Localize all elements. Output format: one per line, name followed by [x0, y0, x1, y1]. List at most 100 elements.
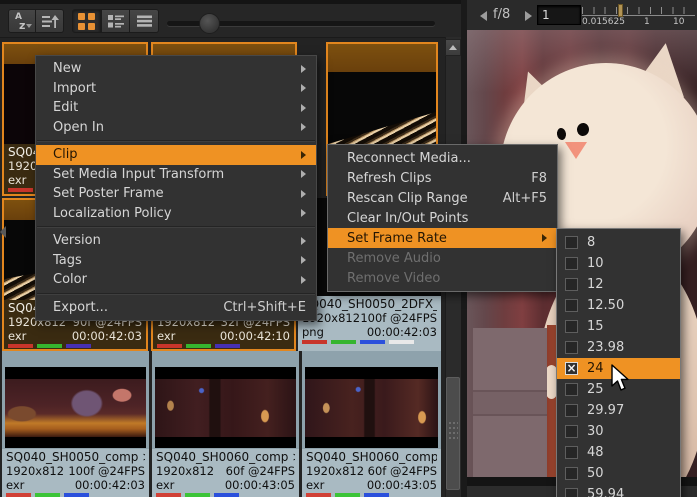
channel-bar: [335, 493, 360, 497]
menu-item-import[interactable]: Import: [36, 79, 316, 99]
framerate-option-8[interactable]: 8: [557, 232, 680, 253]
framerate-option-12.50[interactable]: 12.50: [557, 295, 680, 316]
checkbox-icon: [565, 257, 578, 270]
sort-alpha-icon: A z: [9, 10, 35, 32]
framerate-label: 23.98: [587, 340, 624, 355]
clip-format: png: [302, 325, 324, 339]
sort-ascending-icon: [41, 14, 59, 29]
menu-item-label: Refresh Clips: [347, 171, 517, 186]
clip-timecode: 00:00:42:03: [72, 329, 142, 343]
clip-card[interactable]: SQ040_SH0050_comp > 1920x812100f @24FPS …: [2, 351, 149, 497]
menu-item-set-media-input-transform[interactable]: Set Media Input Transform: [36, 165, 316, 185]
gain-slider-handle[interactable]: [618, 4, 623, 17]
menu-item-localization-policy[interactable]: Localization Policy: [36, 204, 316, 224]
checkbox-icon: [565, 488, 578, 497]
checkbox-icon: [565, 278, 578, 291]
checkbox-icon: [565, 446, 578, 459]
framerate-label: 50: [587, 466, 604, 481]
menu-item-refresh-clips[interactable]: Refresh Clips F8: [328, 168, 557, 188]
clip-card[interactable]: SQ040_SH0060_comp > 1920x81260f @24FPS e…: [302, 351, 441, 497]
clip-duration: 60f @24FPS: [368, 464, 437, 478]
channel-bar: [302, 340, 327, 344]
clip-channel-bars: [302, 340, 437, 345]
aperture-increase-icon[interactable]: [525, 11, 532, 21]
menu-item-open-in[interactable]: Open In: [36, 118, 316, 138]
frame-number-input[interactable]: [537, 5, 581, 25]
menu-item-label: Open In: [53, 120, 293, 135]
thumbnail-size-slider-thumb[interactable]: [199, 13, 220, 34]
scroll-up-button[interactable]: [445, 39, 461, 56]
menu-item-label: Remove Audio: [347, 251, 547, 266]
clip-card[interactable]: SQ040_SH0060_comp > 1920x81260f @24FPS e…: [152, 351, 299, 497]
menu-separator: [37, 140, 315, 142]
channel-bar: [360, 340, 385, 344]
framerate-label: 48: [587, 445, 604, 460]
sort-direction-button[interactable]: [36, 9, 64, 33]
submenu-arrow-icon: [301, 237, 306, 245]
framerate-option-59.94[interactable]: 59.94: [557, 484, 680, 497]
clip-channel-bars: [156, 493, 295, 497]
menu-item-new[interactable]: New: [36, 59, 316, 79]
framerate-option-12[interactable]: 12: [557, 274, 680, 295]
aperture-decrease-icon[interactable]: [480, 11, 487, 21]
clip-timecode: 00:00:43:05: [367, 478, 437, 492]
channel-bar: [37, 344, 62, 348]
menu-item-reconnect-media[interactable]: Reconnect Media...: [328, 148, 557, 168]
menu-item-color[interactable]: Color: [36, 270, 316, 290]
framerate-option-30[interactable]: 30: [557, 421, 680, 442]
menu-item-export[interactable]: Export...Ctrl+Shift+E: [36, 298, 316, 318]
menu-item-clip[interactable]: Clip: [36, 145, 316, 165]
checkbox-icon: [565, 341, 578, 354]
framerate-label: 12.50: [587, 298, 624, 313]
framerate-submenu: 8101212.501523.98×242529.9730485059.94: [556, 228, 681, 497]
menu-item-rescan-clip-range[interactable]: Rescan Clip RangeAlt+F5: [328, 188, 557, 208]
gain-slider-track[interactable]: [582, 15, 695, 16]
framerate-option-23.98[interactable]: 23.98: [557, 337, 680, 358]
framerate-option-10[interactable]: 10: [557, 253, 680, 274]
clip-channel-bars: [157, 344, 290, 349]
clip-format: exr: [306, 478, 324, 492]
list-view-button[interactable]: [130, 9, 159, 33]
menu-item-label: Tags: [53, 253, 293, 268]
channel-bar: [306, 493, 331, 497]
scrollbar-grip-icon: [449, 422, 458, 440]
list-view-icon: [136, 14, 153, 28]
framerate-option-29.97[interactable]: 29.97: [557, 400, 680, 421]
clip-format: exr: [8, 329, 26, 343]
clip-title: SQ040_SH0060_comp >: [156, 450, 295, 464]
clip-metadata: SQ040_SH0060_comp > 1920x81260f @24FPS e…: [302, 449, 441, 497]
clip-metadata: SQ040_SH0060_comp > 1920x81260f @24FPS e…: [152, 449, 299, 497]
panel-splitter-arrow-icon[interactable]: [0, 226, 6, 238]
clip-channel-bars: [6, 493, 145, 497]
checkbox-icon: [565, 467, 578, 480]
grid-view-button[interactable]: [72, 9, 101, 33]
menu-item-clear-in-out-points[interactable]: Clear In/Out Points: [328, 208, 557, 228]
menu-item-version[interactable]: Version: [36, 231, 316, 251]
bin-toolbar: A z: [0, 4, 461, 38]
framerate-label: 24: [587, 361, 604, 376]
framerate-label: 30: [587, 424, 604, 439]
clip-thumbnail: [5, 367, 146, 448]
menu-item-tags[interactable]: Tags: [36, 251, 316, 271]
detail-view-button[interactable]: [101, 9, 130, 33]
channel-bar: [8, 344, 33, 348]
checkbox-icon: [565, 383, 578, 396]
framerate-option-48[interactable]: 48: [557, 442, 680, 463]
clip-duration: 100f @24FPS: [68, 464, 145, 478]
submenu-arrow-icon: [301, 151, 306, 159]
framerate-option-50[interactable]: 50: [557, 463, 680, 484]
menu-item-label: Export...: [53, 300, 209, 315]
menu-shortcut: F8: [531, 171, 547, 186]
bin-scrollbar-thumb[interactable]: [446, 377, 460, 490]
clip-timecode: 00:00:42:03: [367, 325, 437, 339]
menu-item-edit[interactable]: Edit: [36, 98, 316, 118]
menu-item-set-frame-rate[interactable]: Set Frame Rate: [328, 228, 557, 248]
submenu-arrow-icon: [301, 123, 306, 131]
framerate-label: 15: [587, 319, 604, 334]
menu-item-set-poster-frame[interactable]: Set Poster Frame: [36, 184, 316, 204]
clip-title: SQ040_SH0050_comp >: [6, 450, 145, 464]
context-menu: NewImportEdit Open In ClipSet Media Input …: [35, 55, 317, 321]
sort-alpha-button[interactable]: A z: [8, 9, 36, 33]
framerate-option-15[interactable]: 15: [557, 316, 680, 337]
checkbox-icon: [565, 425, 578, 438]
